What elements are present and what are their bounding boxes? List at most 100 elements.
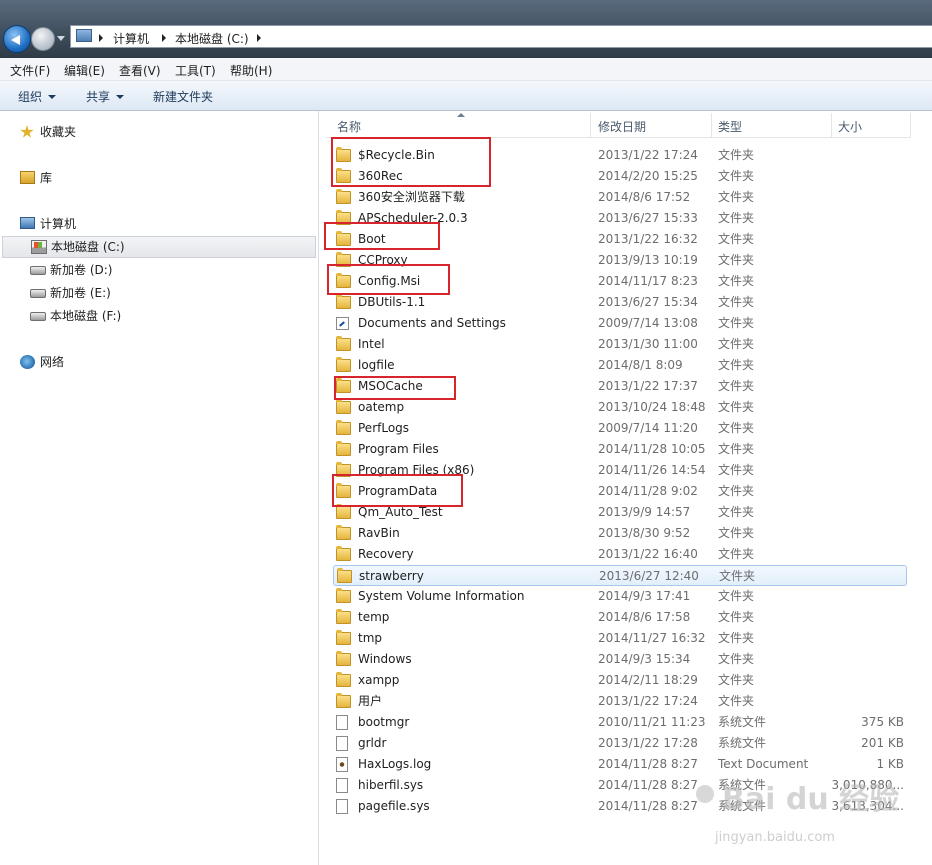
file-date: 2009/7/14 11:20 (598, 421, 698, 435)
nav-drive-e-label: 新加卷 (E:) (50, 286, 111, 300)
file-date: 2010/11/21 11:23 (598, 715, 706, 729)
organize-button[interactable]: 组织 (18, 88, 57, 105)
nav-drive-c[interactable]: 本地磁盘 (C:) (2, 236, 316, 258)
file-type: 文件夹 (718, 232, 755, 246)
file-row[interactable]: Program Files 2014/11/28 10:05 文件夹 (333, 439, 907, 460)
recent-pages-dropdown[interactable] (57, 36, 65, 41)
file-row[interactable]: bootmgr 2010/11/21 11:23 系统文件 375 KB (333, 712, 907, 733)
file-row[interactable]: grldr 2013/1/22 17:28 系统文件 201 KB (333, 733, 907, 754)
file-type: 文件夹 (718, 547, 755, 561)
breadcrumb-drive-c[interactable]: 本地磁盘 (C:) (175, 30, 249, 47)
folder-icon (336, 630, 351, 645)
file-row[interactable]: System Volume Information 2014/9/3 17:41 文… (333, 586, 907, 607)
nav-drive-f[interactable]: 本地磁盘 (F:) (30, 306, 300, 326)
breadcrumb-chevron-icon[interactable] (257, 34, 261, 42)
new-folder-button[interactable]: 新建文件夹 (153, 88, 213, 105)
file-type: 文件夹 (718, 400, 755, 414)
nav-favorites[interactable]: 收藏夹 (20, 122, 300, 142)
file-date: 2013/10/24 18:48 (598, 400, 706, 414)
menu-view[interactable]: 查看(V) (119, 62, 161, 79)
menu-help[interactable]: 帮助(H) (230, 62, 272, 79)
file-row[interactable]: Recovery 2013/1/22 16:40 文件夹 (333, 544, 907, 565)
highlight-box (331, 137, 491, 187)
file-row[interactable]: logfile 2014/8/1 8:09 文件夹 (333, 355, 907, 376)
file-type: Text Document (718, 757, 809, 771)
file-name: oatemp (358, 400, 405, 414)
file-date: 2014/11/28 9:02 (598, 484, 698, 498)
nav-libraries[interactable]: 库 (20, 168, 300, 188)
file-row[interactable]: 360安全浏览器下载 2014/8/6 17:52 文件夹 (333, 187, 907, 208)
file-date: 2013/1/30 11:00 (598, 337, 698, 351)
folder-icon (336, 546, 351, 561)
highlight-box (332, 474, 463, 507)
watermark-logo: Bai du 经验 (722, 782, 900, 817)
file-row[interactable]: 用户 2013/1/22 17:24 文件夹 (333, 691, 907, 712)
file-row[interactable]: DBUtils-1.1 2013/6/27 15:34 文件夹 (333, 292, 907, 313)
folder-icon (336, 399, 351, 414)
file-name: 用户 (358, 694, 383, 708)
file-type: 文件夹 (718, 442, 755, 456)
file-type: 文件夹 (718, 589, 755, 603)
file-row[interactable]: xampp 2014/2/11 18:29 文件夹 (333, 670, 907, 691)
menu-file[interactable]: 文件(F) (10, 62, 50, 79)
forward-button[interactable] (31, 27, 55, 51)
nav-network[interactable]: 网络 (20, 352, 300, 372)
sort-ascending-icon (457, 113, 465, 117)
column-divider[interactable] (590, 113, 591, 137)
menu-edit[interactable]: 编辑(E) (64, 62, 105, 79)
breadcrumb-computer[interactable]: 计算机 (113, 30, 149, 47)
column-type[interactable]: 类型 (718, 118, 742, 135)
column-name[interactable]: 名称 (337, 118, 361, 135)
file-name: Program Files (358, 442, 439, 456)
file-row[interactable]: Documents and Settings 2009/7/14 13:08 文件夹 (333, 313, 907, 334)
file-date: 2014/11/28 8:27 (598, 778, 698, 792)
file-name: bootmgr (358, 715, 410, 729)
file-row[interactable]: tmp 2014/11/27 16:32 文件夹 (333, 628, 907, 649)
file-date: 2014/11/27 16:32 (598, 631, 706, 645)
file-date: 2013/6/27 12:40 (599, 569, 699, 583)
column-divider[interactable] (910, 113, 911, 137)
file-name: Recovery (358, 547, 414, 561)
command-bar: 组织 共享 新建文件夹 (0, 81, 932, 111)
file-name: temp (358, 610, 390, 624)
highlight-box (334, 376, 456, 400)
file-date: 2009/7/14 13:08 (598, 316, 698, 330)
address-bar[interactable]: 计算机 本地磁盘 (C:) (70, 25, 932, 48)
file-row[interactable]: Intel 2013/1/30 11:00 文件夹 (333, 334, 907, 355)
nav-computer[interactable]: 计算机 (20, 214, 300, 234)
file-row[interactable]: Windows 2014/9/3 15:34 文件夹 (333, 649, 907, 670)
file-date: 2013/1/22 17:28 (598, 736, 698, 750)
breadcrumb-chevron-icon[interactable] (99, 34, 103, 42)
breadcrumb-chevron-icon[interactable] (162, 34, 166, 42)
nav-drive-d[interactable]: 新加卷 (D:) (30, 260, 300, 280)
file-row[interactable]: RavBin 2013/8/30 9:52 文件夹 (333, 523, 907, 544)
file-date: 2014/2/20 15:25 (598, 169, 698, 183)
menu-tools[interactable]: 工具(T) (175, 62, 216, 79)
file-row[interactable]: strawberry 2013/6/27 12:40 文件夹 (333, 565, 907, 586)
column-date[interactable]: 修改日期 (598, 118, 646, 135)
column-divider[interactable] (711, 113, 712, 137)
nav-drive-e[interactable]: 新加卷 (E:) (30, 283, 300, 303)
file-date: 2014/11/28 8:27 (598, 799, 698, 813)
file-name: HaxLogs.log (358, 757, 432, 771)
file-size: 201 KB (861, 736, 904, 750)
file-type: 文件夹 (718, 526, 755, 540)
file-date: 2014/8/1 8:09 (598, 358, 683, 372)
file-row[interactable]: oatemp 2013/10/24 18:48 文件夹 (333, 397, 907, 418)
column-divider[interactable] (831, 113, 832, 137)
file-type: 文件夹 (718, 610, 755, 624)
navigation-pane: 收藏夹 库 计算机 本地磁盘 (C:) 新加卷 (D:) 新加卷 (E:) 本地… (0, 111, 319, 865)
file-date: 2014/9/3 17:41 (598, 589, 691, 603)
back-button[interactable] (3, 25, 31, 53)
log-file-icon (336, 757, 348, 772)
file-date: 2013/1/22 17:24 (598, 148, 698, 162)
file-row[interactable]: PerfLogs 2009/7/14 11:20 文件夹 (333, 418, 907, 439)
file-name: PerfLogs (358, 421, 410, 435)
file-row[interactable]: HaxLogs.log 2014/11/28 8:27 Text Document 1… (333, 754, 907, 775)
file-date: 2013/1/22 17:24 (598, 694, 698, 708)
nav-drive-d-label: 新加卷 (D:) (50, 263, 113, 277)
file-row[interactable]: temp 2014/8/6 17:58 文件夹 (333, 607, 907, 628)
share-button[interactable]: 共享 (86, 88, 125, 105)
file-type: 文件夹 (718, 421, 755, 435)
column-size[interactable]: 大小 (838, 118, 862, 135)
